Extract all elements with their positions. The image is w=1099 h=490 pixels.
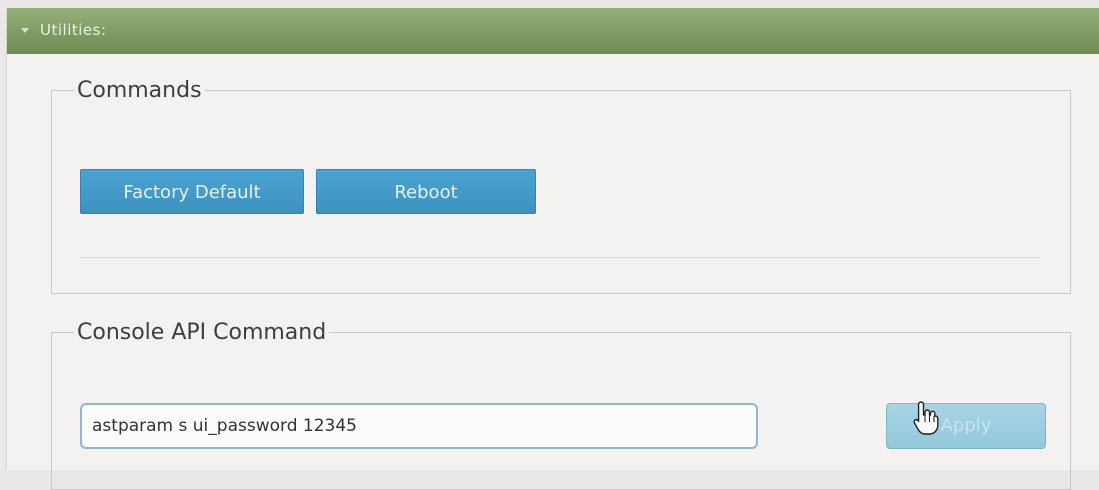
apply-button[interactable]: Apply — [886, 403, 1046, 449]
utilities-title: Utilities: — [40, 21, 107, 39]
reboot-button[interactable]: Reboot — [316, 169, 536, 214]
triangle-down-icon[interactable] — [21, 28, 29, 33]
utilities-header[interactable]: Utilities: — [7, 8, 1099, 54]
divider — [80, 257, 1040, 258]
console-api-legend: Console API Command — [77, 320, 327, 345]
console-api-input[interactable] — [80, 403, 758, 449]
factory-default-button[interactable]: Factory Default — [80, 169, 304, 214]
hand-pointer-icon — [913, 401, 939, 435]
commands-group: Commands Factory Default Reboot — [51, 78, 1071, 294]
commands-legend: Commands — [77, 78, 202, 103]
